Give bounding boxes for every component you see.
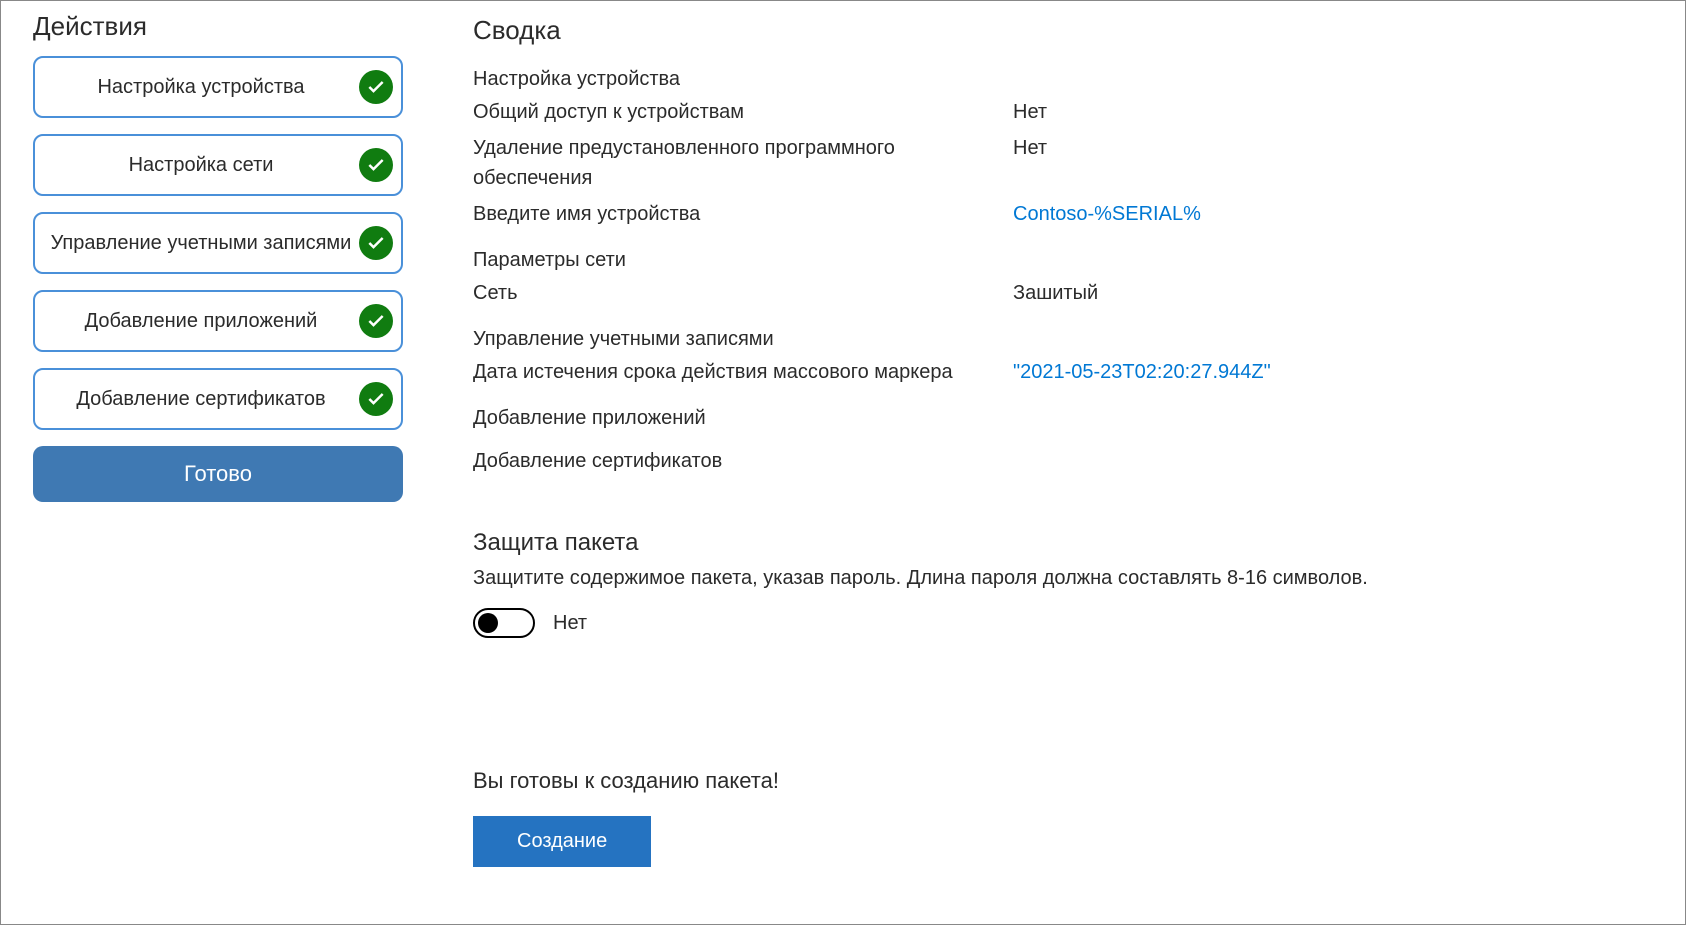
sidebar-title: Действия — [33, 11, 403, 42]
step-device-setup[interactable]: Настройка устройства — [33, 56, 403, 118]
section-network: Параметры сети — [473, 249, 1653, 272]
row-device-name: Введите имя устройства Contoso-%SERIAL% — [473, 199, 1653, 229]
ready-button[interactable]: Готово — [33, 446, 403, 502]
step-label: Добавление сертификатов — [76, 388, 325, 411]
checkmark-icon — [359, 148, 393, 182]
step-add-certificates[interactable]: Добавление сертификатов — [33, 368, 403, 430]
protect-toggle-row: Нет — [473, 608, 1653, 638]
section-apps: Добавление приложений — [473, 407, 1653, 430]
row-remove-software: Удаление предустановленного программного… — [473, 133, 1653, 193]
protect-description: Защитите содержимое пакета, указав парол… — [473, 567, 1653, 590]
protect-toggle-label: Нет — [553, 612, 587, 635]
step-label: Добавление приложений — [85, 310, 318, 333]
row-value: Нет — [1013, 133, 1047, 193]
row-value: "2021-05-23T02:20:27.944Z" — [1013, 357, 1271, 387]
row-value: Contoso-%SERIAL% — [1013, 199, 1201, 229]
row-value: Зашитый — [1013, 278, 1098, 308]
toggle-knob — [478, 613, 498, 633]
row-label: Дата истечения срока действия массового … — [473, 357, 1013, 387]
step-network-setup[interactable]: Настройка сети — [33, 134, 403, 196]
row-label: Удаление предустановленного программного… — [473, 133, 1013, 193]
create-button[interactable]: Создание — [473, 816, 651, 867]
row-value: Нет — [1013, 97, 1047, 127]
checkmark-icon — [359, 382, 393, 416]
row-label: Общий доступ к устройствам — [473, 97, 1013, 127]
summary-title: Сводка — [473, 15, 1653, 46]
section-certs: Добавление сертификатов — [473, 450, 1653, 473]
checkmark-icon — [359, 70, 393, 104]
row-label: Сеть — [473, 278, 1013, 308]
step-label: Настройка сети — [129, 154, 274, 177]
section-device-setup: Настройка устройства — [473, 68, 1653, 91]
checkmark-icon — [359, 304, 393, 338]
summary-panel: Сводка Настройка устройства Общий доступ… — [473, 11, 1653, 904]
actions-sidebar: Действия Настройка устройства Настройка … — [33, 11, 403, 904]
step-account-management[interactable]: Управление учетными записями — [33, 212, 403, 274]
row-network: Сеть Зашитый — [473, 278, 1653, 308]
step-label: Настройка устройства — [97, 76, 304, 99]
row-token-expiry: Дата истечения срока действия массового … — [473, 357, 1653, 387]
step-add-apps[interactable]: Добавление приложений — [33, 290, 403, 352]
step-label: Управление учетными записями — [51, 232, 352, 255]
row-label: Введите имя устройства — [473, 199, 1013, 229]
ready-text: Вы готовы к созданию пакета! — [473, 768, 1653, 794]
section-accounts: Управление учетными записями — [473, 328, 1653, 351]
protect-heading: Защита пакета — [473, 529, 1653, 557]
row-shared-access: Общий доступ к устройствам Нет — [473, 97, 1653, 127]
checkmark-icon — [359, 226, 393, 260]
protect-toggle[interactable] — [473, 608, 535, 638]
